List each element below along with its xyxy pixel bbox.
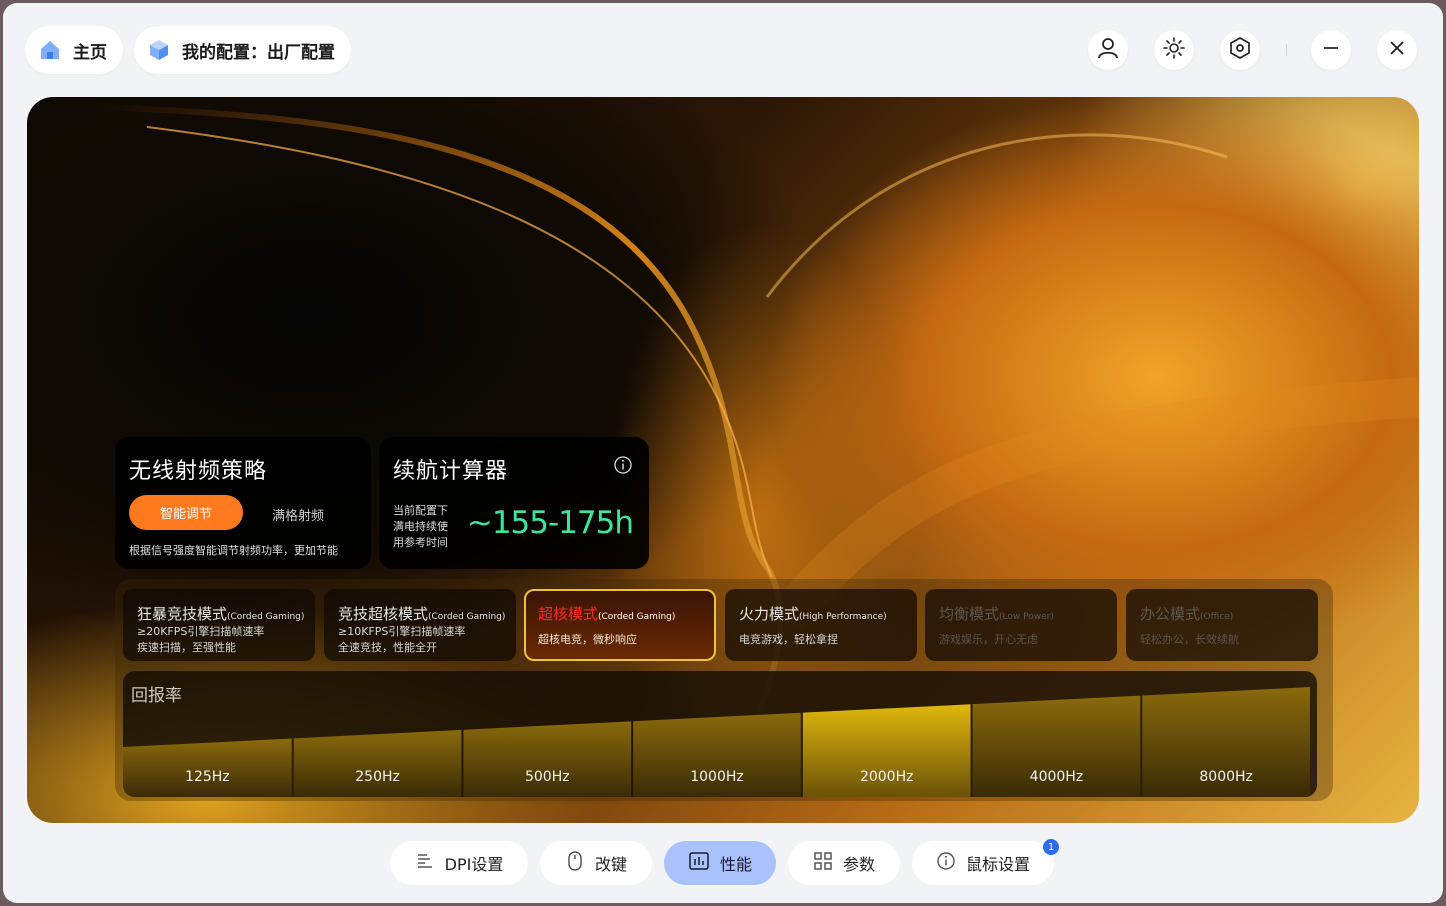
polling-rate-label: 250Hz (355, 769, 400, 785)
polling-rate-label: 500Hz (525, 769, 570, 785)
polling-rate-bar[interactable] (463, 721, 632, 797)
minimize-button[interactable] (1311, 30, 1351, 70)
mode-card-overclock-selected[interactable]: 超核模式(Corded Gaming) 超核电竞，微秒响应 (524, 589, 716, 661)
nav-mouse-settings-label: 鼠标设置 (965, 855, 1030, 874)
mode-card-balanced[interactable]: 均衡模式(Low Power) 游戏娱乐，开心无虑 (925, 589, 1117, 661)
settings-button[interactable] (1220, 30, 1260, 70)
cube-icon (146, 37, 172, 63)
performance-icon (688, 851, 710, 875)
config-selector[interactable]: 我的配置：出厂配置 (134, 26, 351, 74)
rf-strategy-card: 无线射频策略 智能调节 满格射频 根据信号强度智能调节射频功率，更加节能 (115, 437, 371, 569)
mode-subtitle: (Office) (1200, 612, 1234, 622)
sun-icon (1162, 36, 1186, 64)
app-window: 主页 我的配置：出厂配置 无线射频策略 智能调节 满格射频 根据信号强度智能调节… (3, 3, 1443, 903)
mode-title: 狂暴竞技模式 (137, 605, 228, 623)
mode-subtitle: (High Performance) (799, 612, 887, 622)
nav-performance-active[interactable]: 性能 (664, 841, 776, 885)
nav-mouse-settings[interactable]: 鼠标设置 (912, 841, 1054, 885)
mode-title: 火力模式 (739, 605, 800, 623)
brightness-button[interactable] (1154, 30, 1194, 70)
mode-title: 超核模式 (538, 605, 599, 623)
polling-rate-label: 1000Hz (690, 769, 744, 785)
home-label: 主页 (73, 42, 107, 63)
polling-rate-bars: 125Hz 250Hz 500Hz 1000Hz 2000Hz 4000Hz 8000Hz (123, 687, 1310, 797)
battery-caption-line: 当前配置下 (393, 504, 448, 517)
notification-badge: 1 (1043, 839, 1059, 855)
mode-subtitle: (Low Power) (999, 612, 1054, 622)
rf-title: 无线射频策略 (129, 459, 268, 484)
toolbar-divider (1286, 44, 1287, 56)
mode-title: 均衡模式 (939, 605, 1000, 623)
full-power-option[interactable]: 满格射频 (272, 505, 324, 524)
polling-rate-bar[interactable] (123, 738, 292, 797)
polling-rate-selector: 回报率 125Hz 250Hz 500Hz 1000Hz 2000Hz 4000Hz 800… (123, 671, 1317, 797)
mode-card-firepower[interactable]: 火力模式(High Performance) 电竞游戏，轻松拿捏 (725, 589, 917, 661)
mode-line: 轻松办公，长效续航 (1140, 633, 1239, 646)
mode-line: ≥10KFPS引擎扫描帧速率 (338, 625, 466, 638)
mode-line: 超核电竞，微秒响应 (538, 633, 637, 646)
mode-line: 疾速扫描，至强性能 (137, 641, 236, 654)
hexagon-settings-icon (1228, 36, 1252, 64)
battery-caption: 当前配置下 满电持续使 用参考时间 (393, 503, 448, 551)
battery-caption-line: 满电持续使 (393, 520, 448, 533)
mode-subtitle: (Corded Gaming) (428, 612, 506, 622)
mode-card-office[interactable]: 办公模式(Office) 轻松办公，长效续航 (1126, 589, 1318, 661)
close-icon (1387, 38, 1407, 62)
mode-card-competitive-overclock[interactable]: 竞技超核模式(Corded Gaming) ≥10KFPS引擎扫描帧速率 全速竞… (324, 589, 516, 661)
battery-title: 续航计算器 (393, 459, 509, 484)
nav-params[interactable]: 参数 (788, 841, 900, 885)
battery-estimate: ~155-175h (466, 505, 634, 541)
mode-subtitle: (Corded Gaming) (227, 612, 305, 622)
mode-line: 全速竞技，性能全开 (338, 641, 437, 654)
nav-dpi[interactable]: DPI设置 (390, 841, 528, 885)
mode-title: 竞技超核模式 (338, 605, 429, 623)
minimize-icon (1321, 38, 1341, 62)
mode-and-polling-panel: 狂暴竞技模式(Corded Gaming) ≥20KFPS引擎扫描帧速率 疾速扫… (115, 579, 1333, 801)
dpi-lines-icon (415, 851, 435, 875)
battery-caption-line: 用参考时间 (393, 536, 448, 549)
polling-rate-label: 4000Hz (1030, 769, 1084, 785)
performance-panel: 无线射频策略 智能调节 满格射频 根据信号强度智能调节射频功率，更加节能 续航计… (27, 97, 1419, 823)
info-circle-icon (936, 851, 956, 875)
mode-line: ≥20KFPS引擎扫描帧速率 (137, 625, 265, 638)
polling-rate-label: 8000Hz (1199, 769, 1253, 785)
close-button[interactable] (1377, 30, 1417, 70)
nav-dpi-label: DPI设置 (444, 855, 504, 874)
user-icon (1095, 35, 1121, 65)
mouse-icon (565, 850, 585, 876)
nav-keys[interactable]: 改键 (540, 841, 652, 885)
grid-icon (813, 851, 833, 875)
rf-description: 根据信号强度智能调节射频功率，更加节能 (129, 544, 338, 557)
home-icon (37, 37, 63, 63)
polling-rate-label: 2000Hz (860, 769, 914, 785)
nav-performance-label: 性能 (719, 855, 752, 874)
polling-rate-bar[interactable] (293, 729, 462, 797)
mode-line: 电竞游戏，轻松拿捏 (739, 633, 838, 646)
home-button[interactable]: 主页 (25, 26, 123, 74)
mode-subtitle: (Corded Gaming) (598, 612, 676, 622)
config-label: 我的配置：出厂配置 (182, 42, 335, 63)
battery-calculator-card: 续航计算器 当前配置下 满电持续使 用参考时间 ~155-175h (379, 437, 649, 569)
user-button[interactable] (1088, 30, 1128, 70)
smart-adjust-option[interactable]: 智能调节 (129, 495, 243, 530)
mode-title: 办公模式 (1140, 605, 1201, 623)
info-icon[interactable] (613, 455, 633, 475)
nav-params-label: 参数 (842, 855, 875, 874)
nav-keys-label: 改键 (594, 855, 627, 874)
mode-line: 游戏娱乐，开心无虑 (939, 633, 1038, 646)
polling-rate-label: 125Hz (185, 769, 230, 785)
mode-card-frenzy[interactable]: 狂暴竞技模式(Corded Gaming) ≥20KFPS引擎扫描帧速率 疾速扫… (123, 589, 315, 661)
